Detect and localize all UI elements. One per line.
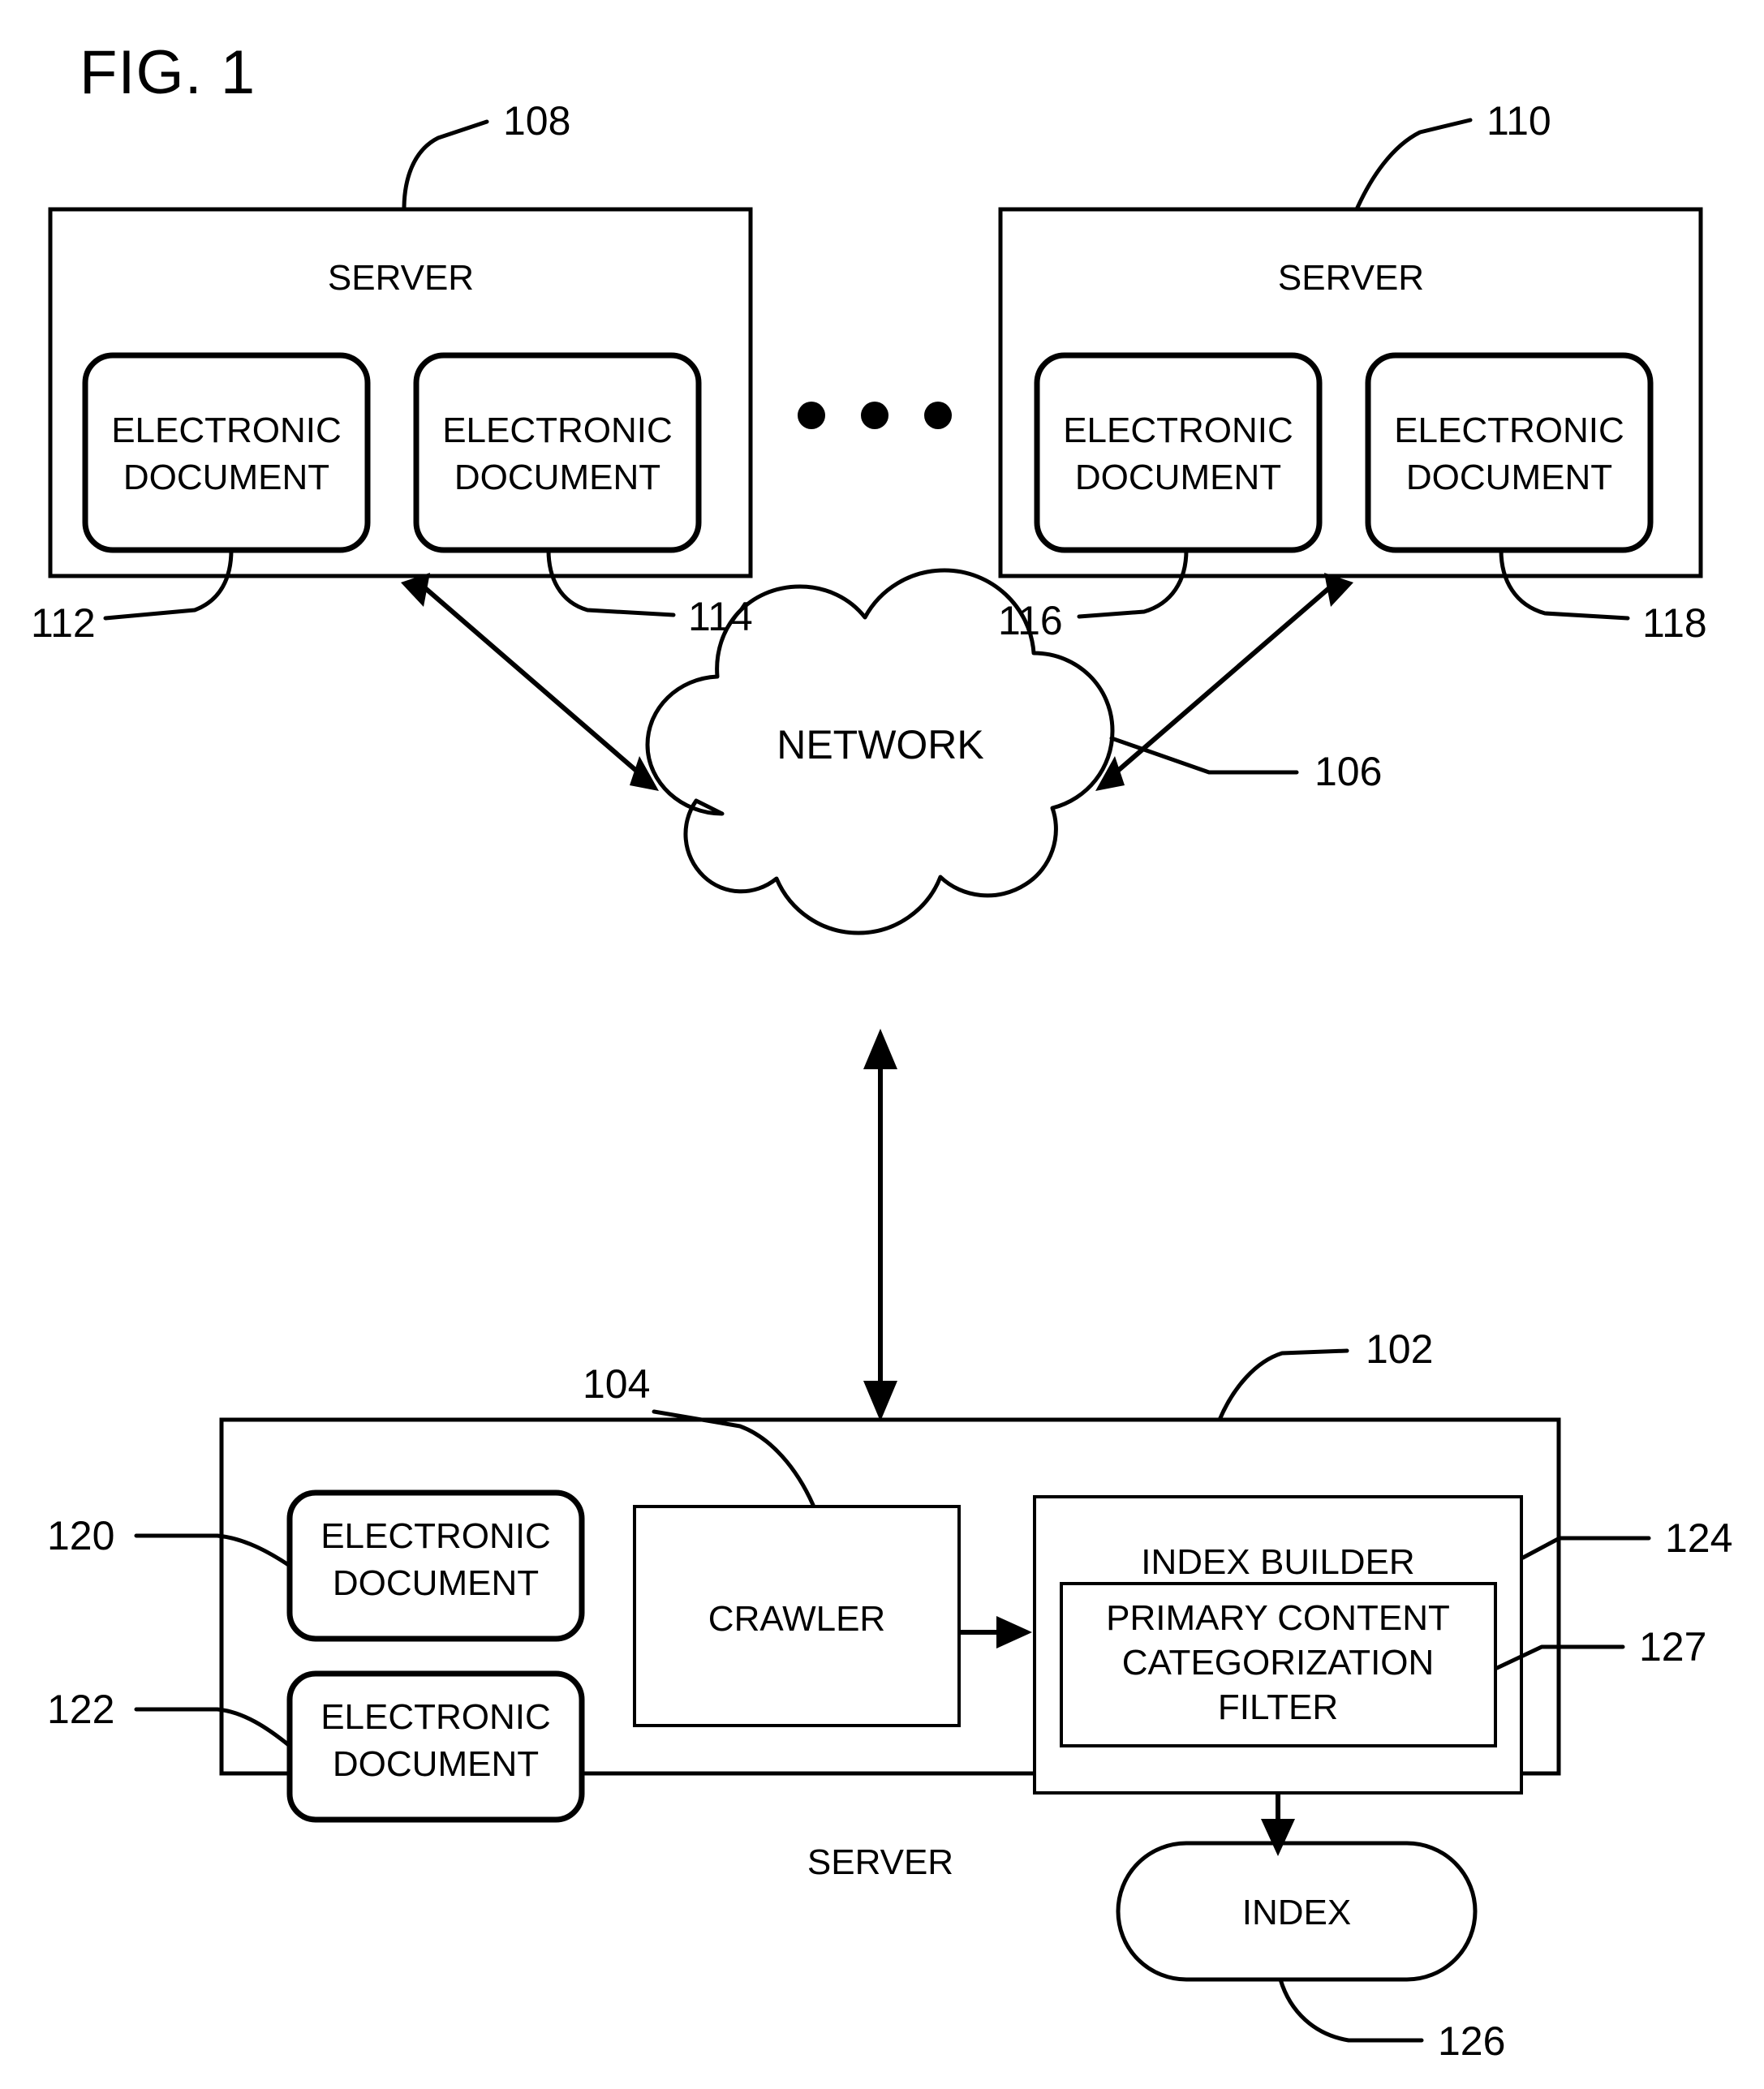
electronic-document-122-line2: DOCUMENT [333,1744,539,1784]
figure-title: FIG. 1 [80,38,256,107]
ref-number-104: 104 [583,1361,650,1407]
ref-number-108: 108 [503,98,570,144]
electronic-document-112-line1: ELECTRONIC [111,410,342,450]
ellipsis-dot [861,402,888,429]
patent-figure-canvas: FIG. 1 SERVER 108 ELECTRONIC DOCUMENT 11… [0,0,1764,2089]
filter-label-line2: CATEGORIZATION [1122,1643,1435,1683]
electronic-document-116-line1: ELECTRONIC [1063,410,1293,450]
leader-line-110 [1354,118,1473,212]
filter-label-line1: PRIMARY CONTENT [1106,1598,1450,1638]
ref-number-122: 122 [47,1687,114,1732]
arrowhead-up-center [863,1029,897,1069]
ref-number-114: 114 [688,594,753,639]
leader-line-108 [402,119,489,212]
ref-number-118: 118 [1642,600,1707,646]
ref-number-120: 120 [47,1513,114,1558]
ellipsis-dot [924,402,952,429]
index-label: INDEX [1242,1893,1351,1932]
electronic-document-114 [413,352,702,553]
filter-label-line3: FILTER [1218,1687,1338,1727]
ref-number-127: 127 [1639,1624,1706,1670]
network-label: NETWORK [777,722,984,767]
electronic-document-120-line2: DOCUMENT [333,1563,539,1603]
ref-number-102: 102 [1366,1326,1433,1372]
ellipsis-dot [798,402,825,429]
electronic-document-116-line2: DOCUMENT [1075,458,1281,497]
leader-line-126 [1278,1977,1424,2043]
crawler-label: CRAWLER [708,1599,885,1639]
electronic-document-116 [1034,352,1323,553]
electronic-document-112-line2: DOCUMENT [123,458,329,497]
electronic-document-114-line1: ELECTRONIC [442,410,673,450]
ref-number-106: 106 [1314,749,1382,794]
electronic-document-120-line1: ELECTRONIC [321,1516,551,1556]
figure-1-diagram: FIG. 1 SERVER 108 ELECTRONIC DOCUMENT 11… [31,38,1732,2064]
ref-number-112: 112 [31,600,96,646]
server-label-top-left: SERVER [328,258,474,298]
electronic-document-114-line2: DOCUMENT [454,458,660,497]
server-label-top-right: SERVER [1278,258,1424,298]
electronic-document-118-line1: ELECTRONIC [1394,410,1624,450]
ref-number-110: 110 [1486,98,1551,144]
server-label-bottom: SERVER [807,1842,953,1882]
ref-number-126: 126 [1438,2018,1505,2064]
electronic-document-118-line2: DOCUMENT [1406,458,1612,497]
arrowhead-to-index [1261,1819,1295,1856]
index-builder-label: INDEX BUILDER [1141,1542,1414,1582]
ref-number-124: 124 [1665,1515,1732,1561]
electronic-document-112 [82,352,371,553]
electronic-document-118 [1365,352,1654,553]
electronic-document-122-line1: ELECTRONIC [321,1697,551,1737]
arrowhead-down-center [863,1381,897,1421]
leader-line-102 [1217,1348,1349,1422]
